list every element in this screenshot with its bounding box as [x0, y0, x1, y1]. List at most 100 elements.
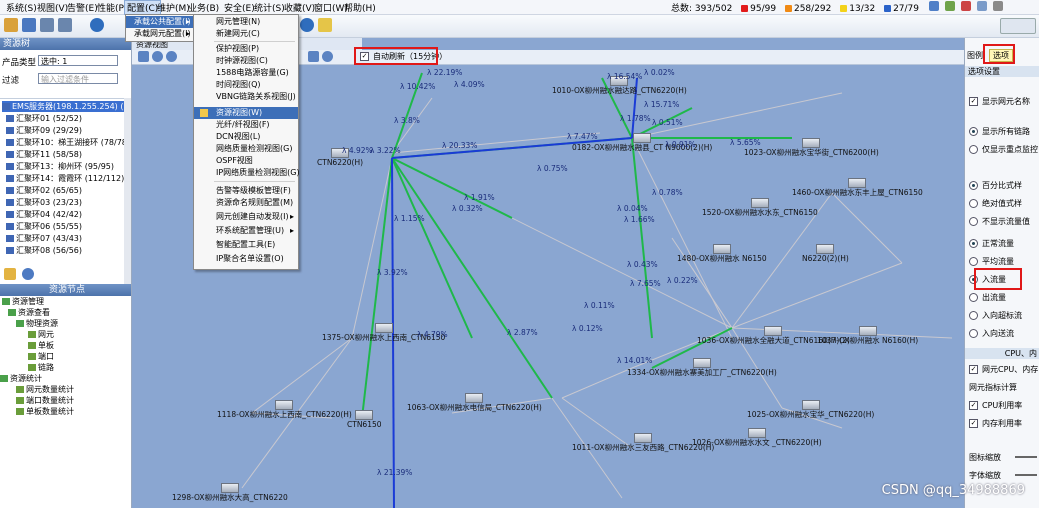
tree-item[interactable]: 汇聚环02 (65/65)	[6, 185, 82, 196]
settings-icon[interactable]	[993, 1, 1003, 11]
menu-item[interactable]: 时间视图(Q)	[194, 79, 298, 91]
tree-item[interactable]: 汇聚环03 (23/23)	[6, 197, 82, 208]
menu-item[interactable]: OSPF视图	[194, 155, 298, 167]
cpu-memory-checkbox[interactable]: ✓ 网元CPU、内存	[969, 364, 1038, 375]
link[interactable]	[391, 157, 473, 339]
select-icon[interactable]	[138, 51, 149, 62]
filter-input[interactable]: 输入过滤条件	[38, 73, 118, 84]
status-warning[interactable]: 27/79	[893, 4, 919, 14]
nav-item[interactable]: 网元	[28, 329, 54, 340]
display-option-absolute[interactable]: 绝对值式样	[969, 198, 1022, 209]
save-icon[interactable]	[22, 18, 36, 32]
menu-business[interactable]: 业务(B)	[186, 1, 221, 14]
menu-item[interactable]: IP网络质量检测视图(G)	[194, 167, 300, 179]
flow-option-in-over[interactable]: 入向超标流	[969, 310, 1022, 321]
tree-item[interactable]: 汇聚环10：梯王湖接环 (78/78)	[6, 137, 124, 148]
flow-option-average[interactable]: 平均流量	[969, 256, 1014, 267]
reset-icon[interactable]	[322, 51, 333, 62]
network-element[interactable]: 1063-OX柳州融水电信局_CTN6220(H)	[407, 393, 542, 412]
link[interactable]	[731, 262, 903, 329]
nav-item[interactable]: 单板数量统计	[16, 406, 74, 417]
menu-item-ne-config[interactable]: 承载网元配置(I) ▸	[126, 28, 194, 40]
network-element[interactable]: 1298-OX柳州融水大高_CTN6220	[172, 483, 288, 502]
menu-item[interactable]: 资源命名规则配置(M)	[194, 197, 298, 209]
menu-item-resource-view[interactable]: 资源视图(W)	[194, 107, 298, 119]
product-type-select[interactable]: 选中: 1	[38, 55, 118, 66]
search-icon[interactable]	[318, 18, 332, 32]
zoom-out-icon[interactable]	[166, 51, 177, 62]
link[interactable]	[631, 137, 733, 339]
network-element[interactable]: 1118-OX柳州融水上西南_CTN6220(H)	[217, 400, 352, 419]
menu-item[interactable]: 网元管理(N)	[194, 16, 298, 28]
network-element[interactable]: 1026-OX柳州融水水文 _CTN6220(H)	[692, 428, 822, 447]
fit-view-icon[interactable]	[308, 51, 319, 62]
network-element[interactable]: 1037-OX柳州融水 N6160(H)	[817, 326, 918, 345]
folder-icon[interactable]	[4, 18, 18, 32]
link[interactable]	[391, 97, 433, 154]
menu-item[interactable]: 网络质量检测视图(G)	[194, 143, 298, 155]
network-element[interactable]: 1025-OX柳州融水宝华_CTN6220(H)	[747, 400, 874, 419]
nav-item[interactable]: 资源统计	[0, 373, 42, 384]
tree-item[interactable]: 汇聚环13：柳州环 (95/95)	[6, 161, 114, 172]
menu-item[interactable]: 智能配置工具(E)	[194, 239, 298, 251]
nav-item[interactable]: 资源查看	[8, 307, 50, 318]
flow-option-normal[interactable]: 正常流量	[969, 238, 1014, 249]
network-element[interactable]: 1480-OX柳州融水 N6150	[677, 244, 767, 263]
tree-item[interactable]: 汇聚环09 (29/29)	[6, 125, 82, 136]
tree-item[interactable]: 汇聚环04 (42/42)	[6, 209, 82, 220]
flow-option-out[interactable]: 出流量	[969, 292, 1006, 303]
menu-item[interactable]: 光纤/纤视图(F)	[194, 119, 298, 131]
resource-view-button[interactable]	[1000, 18, 1036, 34]
globe-icon[interactable]	[90, 18, 104, 32]
record-icon[interactable]	[961, 1, 971, 11]
chart-icon[interactable]	[945, 1, 955, 11]
menu-item[interactable]: 1588电路源容量(G)	[194, 67, 298, 79]
menu-item[interactable]: 时钟源视图(C)	[194, 55, 298, 67]
menu-help[interactable]: 帮助(H)	[342, 1, 378, 14]
link[interactable]	[691, 267, 733, 329]
nav-item[interactable]: 网元数量统计	[16, 384, 74, 395]
display-option-none[interactable]: 不显示流量值	[969, 216, 1030, 227]
zoom-in-icon[interactable]	[152, 51, 163, 62]
link-option-key[interactable]: 仅显示重点监控	[969, 144, 1038, 155]
status-critical[interactable]: 95/99	[750, 4, 776, 14]
back-icon[interactable]	[40, 18, 54, 32]
tab-legend[interactable]: 图例	[967, 50, 983, 61]
display-option-percent[interactable]: 百分比式样	[969, 180, 1022, 191]
tree-item[interactable]: 汇聚环06 (55/55)	[6, 221, 82, 232]
nav-item[interactable]: 链路	[28, 362, 54, 373]
link[interactable]	[361, 157, 393, 419]
network-element[interactable]: 1520-OX柳州融水水东_CTN6150	[702, 198, 818, 217]
menu-item[interactable]: 网元创建自动发现(I) ▸	[194, 211, 298, 223]
bell-icon[interactable]	[929, 1, 939, 11]
tree-item[interactable]: 汇聚环08 (56/56)	[6, 245, 82, 256]
network-element[interactable]: 1023-OX柳州融水宝华街_CTN6200(H)	[744, 138, 879, 157]
network-element[interactable]: CTN6150	[347, 410, 382, 429]
tree-item[interactable]: 汇聚环14：霞霞环 (112/112)	[6, 173, 124, 184]
menu-item[interactable]: 保护视图(P)	[194, 43, 298, 55]
nav-item[interactable]: 物理资源	[16, 318, 58, 329]
menu-item[interactable]: 告警等级模板管理(F)	[194, 185, 298, 197]
nav-item[interactable]: 单板	[28, 340, 54, 351]
monitor-icon[interactable]	[977, 1, 987, 11]
locate-icon[interactable]	[22, 268, 34, 280]
link[interactable]	[631, 137, 653, 339]
nav-item[interactable]: 端口数量统计	[16, 395, 74, 406]
home-icon[interactable]	[4, 268, 16, 280]
tree-item[interactable]: 汇聚环01 (52/52)	[6, 113, 82, 124]
status-minor[interactable]: 13/32	[849, 4, 875, 14]
tree-item[interactable]: EMS服务器(198.1.255.254) (67/7...	[2, 101, 124, 112]
tree-item[interactable]: 汇聚环11 (58/58)	[6, 149, 82, 160]
icon-size-slider[interactable]	[1015, 456, 1037, 458]
menu-item[interactable]: VBNG链路关系视图(J)	[194, 91, 298, 103]
menu-item[interactable]: DCN视图(L)	[194, 131, 298, 143]
show-name-checkbox[interactable]: ✓ 显示网元名称	[969, 96, 1030, 107]
refresh-icon[interactable]	[300, 18, 314, 32]
menu-system[interactable]: 系统(S)	[4, 1, 39, 14]
mem-usage-checkbox[interactable]: ✓ 内存利用率	[969, 418, 1022, 429]
menu-item[interactable]: IP聚合名单设置(O)	[194, 253, 298, 265]
cpu-usage-checkbox[interactable]: ✓ CPU利用率	[969, 400, 1022, 411]
nav-item[interactable]: 端口	[28, 351, 54, 362]
tree-scrollbar[interactable]	[124, 98, 131, 294]
menu-item-common-config[interactable]: 承载公共配置(I) ▸	[126, 16, 194, 28]
